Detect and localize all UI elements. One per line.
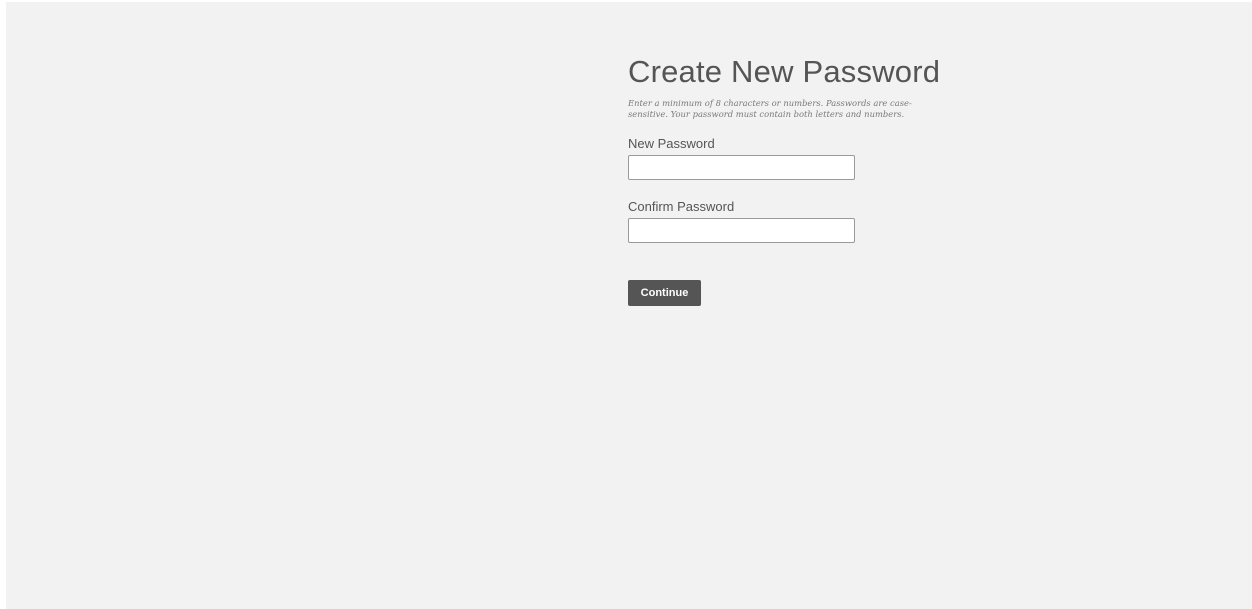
new-password-input[interactable] xyxy=(628,155,855,180)
confirm-password-label: Confirm Password xyxy=(628,199,735,214)
continue-button[interactable]: Continue xyxy=(628,280,701,306)
password-requirements-hint: Enter a minimum of 8 characters or numbe… xyxy=(628,98,912,119)
confirm-password-input[interactable] xyxy=(628,218,855,243)
page-background: Create New Password Enter a minimum of 8… xyxy=(6,2,1252,609)
create-password-form: Create New Password Enter a minimum of 8… xyxy=(628,52,968,306)
new-password-label: New Password xyxy=(628,136,715,151)
page-title: Create New Password xyxy=(628,54,941,89)
